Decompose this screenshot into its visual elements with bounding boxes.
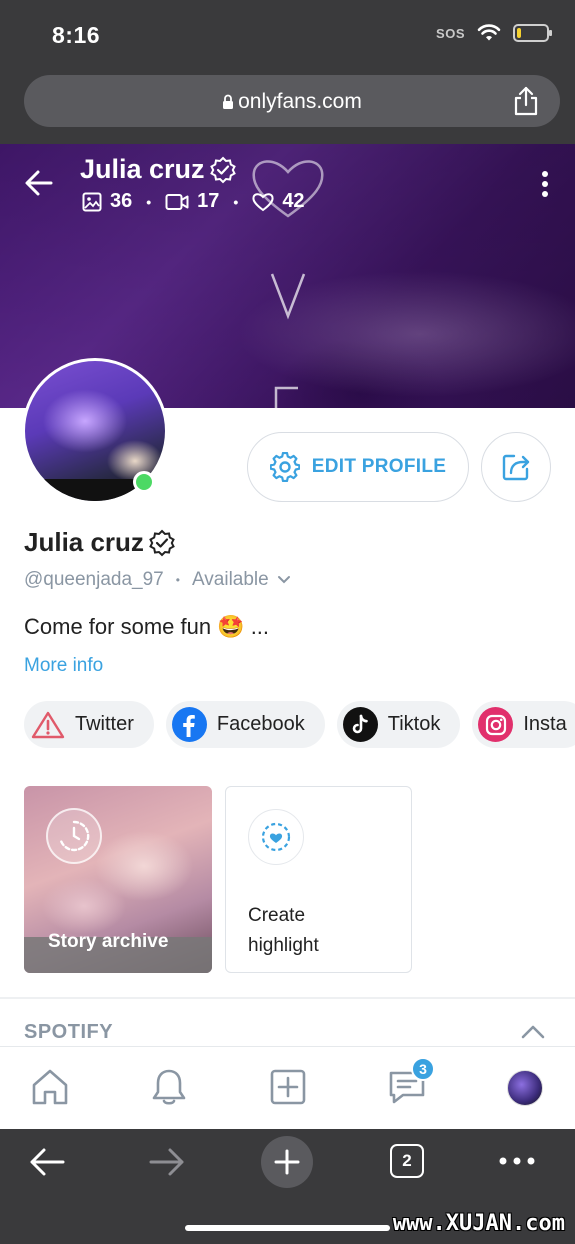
story-archive-card[interactable]: Story archive — [24, 786, 212, 973]
browser-back-icon[interactable] — [28, 1146, 66, 1178]
home-indicator — [185, 1225, 390, 1231]
nav-profile-avatar[interactable] — [507, 1070, 543, 1106]
browser-toolbar: onlyfans.com — [0, 62, 575, 144]
browser-bottom-bar: 2 www.XUJAN.com — [0, 1129, 575, 1244]
edit-profile-button[interactable]: EDIT PROFILE — [247, 432, 469, 502]
section-divider — [0, 997, 575, 999]
tabs-button[interactable]: 2 — [390, 1144, 424, 1178]
history-icon — [46, 808, 102, 864]
social-link-tiktok[interactable]: Tiktok — [336, 701, 461, 748]
chevron-up-icon[interactable] — [520, 1024, 546, 1040]
social-label: Insta — [523, 713, 567, 735]
likes-stat: 42 — [252, 190, 305, 213]
status-icons: SOS — [436, 24, 552, 42]
highlight-heart-icon — [248, 809, 304, 865]
tiktok-icon — [342, 707, 378, 742]
profile-name: Julia cruz — [24, 527, 176, 558]
share-icon[interactable] — [512, 86, 540, 116]
more-options-icon[interactable] — [541, 170, 549, 198]
share-profile-button[interactable] — [481, 432, 551, 502]
gear-icon — [269, 452, 300, 482]
new-tab-button[interactable] — [261, 1136, 313, 1188]
sos-indicator: SOS — [436, 25, 465, 41]
videos-stat: 17 — [165, 190, 219, 213]
status-bar: 8:16 SOS — [0, 0, 575, 62]
social-label: Twitter — [75, 713, 134, 735]
facebook-icon — [171, 707, 207, 742]
photos-count: 36 — [110, 190, 133, 212]
add-post-icon[interactable] — [268, 1067, 308, 1107]
wifi-icon — [477, 24, 501, 41]
spotify-section-title[interactable]: SPOTIFY — [24, 1021, 113, 1044]
url-text: onlyfans.com — [238, 90, 362, 113]
share-arrow-icon — [502, 454, 530, 481]
video-icon — [165, 193, 189, 210]
social-link-instagram[interactable]: Insta — [472, 701, 575, 748]
videos-count: 17 — [197, 190, 220, 212]
cover-decoration-v — [270, 273, 306, 320]
profile-handle: @queenjada_97 — [24, 569, 164, 590]
messages-button[interactable]: 3 — [387, 1057, 435, 1112]
heart-icon — [252, 192, 274, 211]
cover-title: Julia cruz — [80, 154, 237, 185]
profile-name-text: Julia cruz — [24, 527, 144, 557]
cover-name: Julia cruz — [80, 154, 205, 184]
url-display: onlyfans.com — [24, 90, 560, 114]
create-highlight-label: Create highlight — [248, 905, 319, 956]
stat-separator: • — [146, 193, 152, 210]
profile-meta: @queenjada_97 • Available — [24, 569, 291, 591]
status-time: 8:16 — [52, 22, 101, 48]
online-status-dot — [133, 471, 155, 493]
warning-icon — [30, 707, 65, 742]
cover-decoration-e — [274, 386, 298, 408]
profile-bio: Come for some fun 🤩 ... — [24, 614, 270, 639]
likes-count: 42 — [282, 190, 305, 212]
meta-separator: • — [175, 573, 180, 587]
social-link-facebook[interactable]: Facebook — [165, 701, 325, 748]
instagram-icon — [478, 707, 514, 742]
verified-icon — [149, 529, 175, 556]
availability-status[interactable]: Available — [192, 569, 269, 591]
watermark-text: www.XUJAN.com — [392, 1211, 565, 1236]
chevron-down-icon[interactable] — [277, 575, 291, 585]
cover-stats: 36 • 17 • 42 — [82, 190, 305, 213]
image-icon — [82, 192, 102, 211]
plus-icon — [274, 1149, 300, 1175]
social-link-twitter[interactable]: Twitter — [24, 701, 154, 748]
more-info-link[interactable]: More info — [24, 655, 103, 677]
more-menu-icon[interactable] — [499, 1157, 535, 1165]
lock-icon — [223, 94, 234, 109]
bell-icon[interactable] — [149, 1067, 189, 1107]
home-icon[interactable] — [30, 1067, 70, 1107]
photos-stat: 36 — [82, 190, 132, 213]
create-highlight-card[interactable]: Create highlight — [225, 786, 412, 973]
back-arrow-icon[interactable] — [24, 168, 54, 198]
stat-separator: • — [233, 193, 239, 210]
battery-icon — [513, 24, 552, 42]
url-bar[interactable]: onlyfans.com — [24, 75, 560, 127]
app-bottom-nav: 3 — [0, 1046, 575, 1129]
tabs-count: 2 — [390, 1144, 424, 1178]
messages-badge: 3 — [411, 1057, 435, 1081]
edit-profile-label: EDIT PROFILE — [311, 456, 447, 477]
browser-forward-icon[interactable] — [148, 1146, 186, 1178]
verified-icon — [209, 156, 236, 183]
story-archive-label: Story archive — [48, 931, 169, 952]
battery-level — [517, 28, 521, 38]
social-label: Facebook — [216, 713, 305, 735]
social-label: Tiktok — [387, 713, 441, 735]
social-links: Twitter Facebook Tiktok Insta — [24, 701, 575, 748]
